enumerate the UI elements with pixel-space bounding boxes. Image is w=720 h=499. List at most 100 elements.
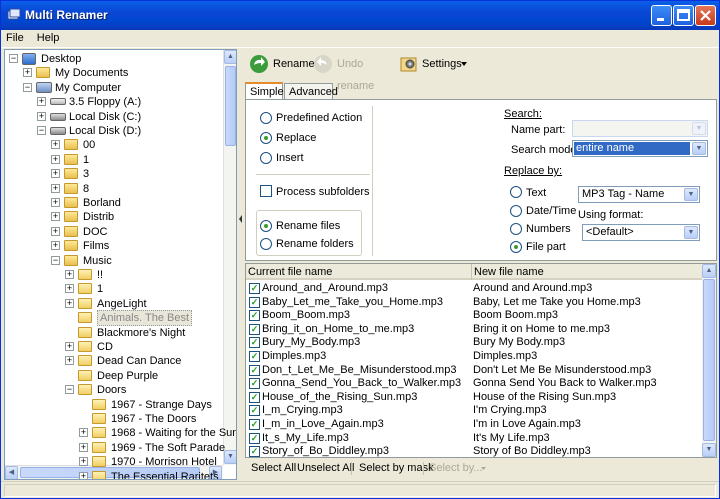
- expand-icon[interactable]: +: [51, 226, 60, 236]
- expand-icon[interactable]: +: [79, 457, 88, 467]
- undo-rename-button[interactable]: Undo rename: [313, 53, 397, 92]
- expand-icon[interactable]: +: [65, 356, 74, 366]
- file-row[interactable]: ✓ I_m_in_Love_Again.mp3 I'm in Love Again.…: [246, 418, 703, 432]
- expand-icon[interactable]: +: [51, 154, 60, 164]
- column-new-name[interactable]: New file name: [472, 264, 703, 280]
- unselect-all-button[interactable]: Unselect All: [297, 462, 354, 474]
- search-mode-dropdown-icon[interactable]: ▼: [692, 142, 706, 155]
- search-mode-combo[interactable]: entire name ▼: [572, 140, 708, 157]
- settings-button[interactable]: Settings: [400, 53, 470, 75]
- expand-icon[interactable]: +: [51, 140, 60, 150]
- expand-icon[interactable]: +: [65, 342, 74, 351]
- desktop-icon: [22, 53, 36, 65]
- file-row[interactable]: ✓ Bury_My_Body.mp3 Bury My Body.mp3: [246, 336, 703, 350]
- name-part-combo[interactable]: ▼: [572, 120, 708, 137]
- tag-combo[interactable]: MP3 Tag - Name ▼: [578, 186, 700, 203]
- maximize-button[interactable]: [673, 5, 694, 26]
- title-bar[interactable]: Multi Renamer: [1, 1, 719, 30]
- scroll-down-button[interactable]: ▼: [224, 450, 236, 464]
- expand-icon[interactable]: +: [79, 428, 88, 438]
- file-row-checkbox[interactable]: ✓: [249, 364, 260, 376]
- file-row[interactable]: ✓ Baby_Let_me_Take_you_Home.mp3 Baby, Let …: [246, 296, 703, 310]
- list-scroll-up-button[interactable]: ▲: [702, 264, 716, 278]
- predefined-action-radio[interactable]: [260, 112, 272, 124]
- file-row[interactable]: ✓ Around_and_Around.mp3 Around and Around.…: [246, 282, 703, 296]
- file-row-checkbox[interactable]: ✓: [249, 446, 260, 457]
- expand-icon[interactable]: +: [51, 241, 60, 251]
- tab-advanced[interactable]: Advanced: [284, 83, 338, 99]
- expand-icon[interactable]: +: [65, 284, 74, 294]
- expand-icon[interactable]: +: [51, 169, 60, 179]
- column-current-name[interactable]: Current file name: [246, 264, 472, 280]
- list-scroll-down-button[interactable]: ▼: [702, 443, 716, 457]
- insert-radio[interactable]: [260, 152, 272, 164]
- tree-scroll-thumb[interactable]: [225, 66, 236, 146]
- scroll-left-button[interactable]: ◀: [5, 466, 18, 479]
- scroll-up-button[interactable]: ▲: [224, 50, 236, 64]
- text-radio[interactable]: [510, 186, 522, 198]
- file-part-radio[interactable]: [510, 241, 522, 253]
- expand-icon[interactable]: +: [79, 442, 88, 452]
- file-row-checkbox[interactable]: ✓: [249, 378, 260, 390]
- file-row[interactable]: ✓ It_s_My_Life.mp3 It's My Life.mp3: [246, 432, 703, 446]
- collapse-icon[interactable]: −: [65, 385, 74, 395]
- expand-icon[interactable]: +: [65, 270, 74, 279]
- file-row-checkbox[interactable]: ✓: [249, 337, 260, 349]
- file-row[interactable]: ✓ Don_t_Let_Me_Be_Misunderstood.mp3 Don't …: [246, 364, 703, 378]
- file-list[interactable]: Current file name New file name ▲ ▼ ✓ Aro…: [245, 263, 717, 458]
- name-part-dropdown-icon[interactable]: ▼: [692, 122, 706, 135]
- expand-icon[interactable]: +: [51, 183, 60, 193]
- select-by-button[interactable]: Select by...: [429, 462, 483, 474]
- file-row[interactable]: ✓ House_of_the_Rising_Sun.mp3 House of the…: [246, 391, 703, 405]
- select-all-button[interactable]: Select All: [251, 462, 296, 474]
- expand-icon[interactable]: +: [37, 97, 46, 107]
- tree-vertical-scrollbar[interactable]: ▲ ▼: [223, 50, 236, 465]
- file-row-checkbox[interactable]: ✓: [249, 419, 260, 430]
- minimize-button[interactable]: [651, 5, 672, 26]
- file-row[interactable]: ✓ I_m_Crying.mp3 I'm Crying.mp3: [246, 404, 703, 418]
- tag-dropdown-icon[interactable]: ▼: [684, 188, 698, 201]
- rename-folders-radio[interactable]: [260, 238, 272, 250]
- expand-icon[interactable]: +: [65, 298, 74, 308]
- file-row-checkbox[interactable]: ✓: [249, 351, 260, 362]
- format-dropdown-icon[interactable]: ▼: [684, 226, 698, 239]
- expand-icon[interactable]: +: [51, 198, 60, 207]
- file-row[interactable]: ✓ Boom_Boom.mp3 Boom Boom.mp3: [246, 309, 703, 323]
- file-list-scrollbar[interactable]: ▲ ▼: [702, 264, 716, 457]
- file-row-checkbox[interactable]: ✓: [249, 405, 260, 417]
- file-row-checkbox[interactable]: ✓: [249, 283, 260, 294]
- new-file-name: Story of Bo Diddley.mp3: [473, 445, 591, 458]
- file-row-checkbox[interactable]: ✓: [249, 432, 260, 444]
- replace-radio[interactable]: [260, 132, 272, 144]
- folder-tree[interactable]: ▲ ▼ ◀ ▶ − Desktop + My Documents − My Compute…: [4, 49, 237, 480]
- file-row-checkbox[interactable]: ✓: [249, 323, 260, 335]
- panel-splitter[interactable]: [238, 49, 243, 480]
- expand-icon[interactable]: +: [79, 471, 88, 479]
- menu-file[interactable]: File: [1, 30, 29, 46]
- datetime-radio[interactable]: [510, 205, 522, 217]
- collapse-icon[interactable]: −: [9, 54, 18, 63]
- expand-icon[interactable]: +: [51, 212, 60, 222]
- file-row[interactable]: ✓ Bring_it_on_Home_to_me.mp3 Bring it on H…: [246, 323, 703, 337]
- format-combo[interactable]: <Default> ▼: [582, 224, 700, 241]
- file-row-checkbox[interactable]: ✓: [249, 310, 260, 322]
- expand-icon[interactable]: +: [37, 111, 46, 121]
- process-subfolders-checkbox[interactable]: [260, 185, 272, 197]
- collapse-icon[interactable]: −: [51, 255, 60, 265]
- close-button[interactable]: [695, 5, 716, 26]
- file-row[interactable]: ✓ Story_of_Bo_Diddley.mp3 Story of Bo Didd…: [246, 445, 703, 458]
- file-row[interactable]: ✓ Gonna_Send_You_Back_to_Walker.mp3 Gonna …: [246, 377, 703, 391]
- expand-icon[interactable]: +: [23, 68, 32, 78]
- menu-help[interactable]: Help: [32, 30, 65, 46]
- file-row-checkbox[interactable]: ✓: [249, 296, 260, 308]
- rename-files-radio[interactable]: [260, 220, 272, 232]
- tree-item-label: Local Disk (D:): [69, 125, 142, 137]
- file-row[interactable]: ✓ Dimples.mp3 Dimples.mp3: [246, 350, 703, 364]
- collapse-icon[interactable]: −: [37, 126, 46, 135]
- rename-button[interactable]: Rename: [249, 53, 315, 75]
- list-scroll-thumb[interactable]: [703, 279, 715, 441]
- numbers-radio[interactable]: [510, 223, 522, 235]
- tab-simple[interactable]: Simple: [245, 82, 284, 100]
- collapse-icon[interactable]: −: [23, 82, 32, 92]
- file-row-checkbox[interactable]: ✓: [249, 391, 260, 403]
